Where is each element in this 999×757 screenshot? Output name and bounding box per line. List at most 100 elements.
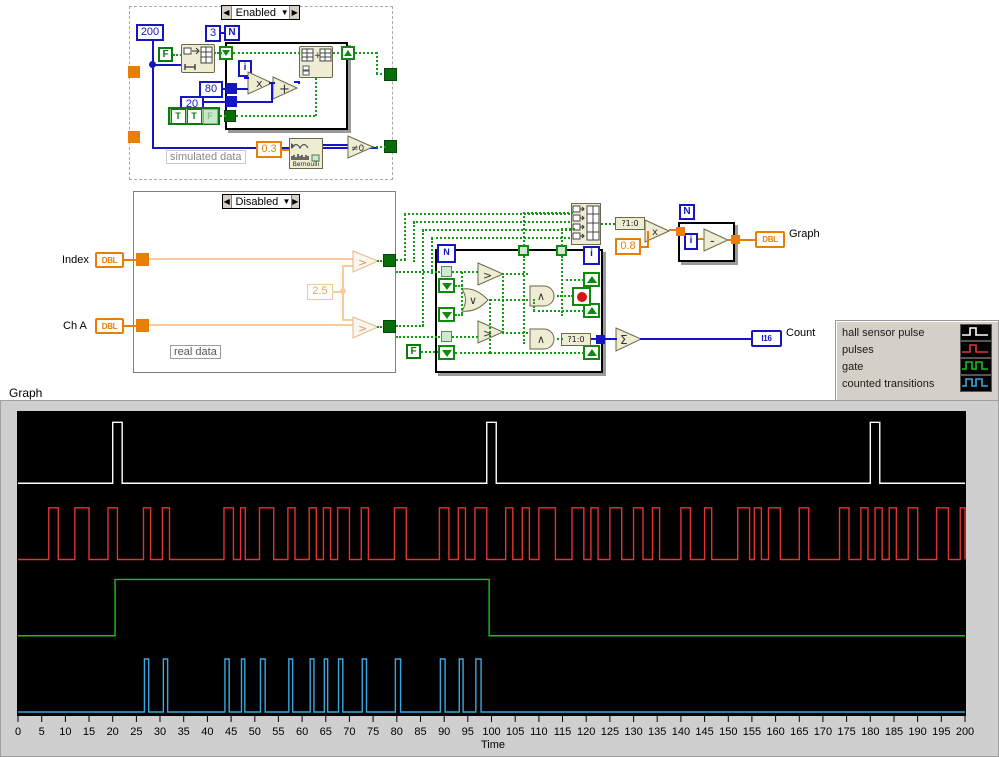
case-selector-disabled[interactable]: ◀ Disabled ▼ ▶ xyxy=(222,194,300,209)
case-prev-icon[interactable]: ◀ xyxy=(222,6,232,19)
case-next-icon[interactable]: ▶ xyxy=(289,6,299,19)
svg-text:>: > xyxy=(483,269,492,282)
constant-0-8[interactable]: 0.8 xyxy=(615,238,641,255)
boolean-array-constant[interactable]: T T F xyxy=(168,107,220,125)
sr-left-4[interactable] xyxy=(441,331,452,342)
and-gate-bottom-node[interactable]: ∧ xyxy=(528,328,558,350)
wire-i-sub xyxy=(698,238,704,240)
greater-than-a-node[interactable]: > xyxy=(477,262,505,286)
bool-to-number-count-node[interactable]: ?1:0 xyxy=(561,333,591,346)
chevron-down-icon-2[interactable]: ▼ xyxy=(282,197,290,206)
loop-count-terminal-N[interactable]: N xyxy=(224,25,240,41)
constant-false-loop[interactable]: F xyxy=(406,344,421,359)
index-terminal[interactable]: DBL xyxy=(95,252,124,268)
stop-indicator[interactable] xyxy=(572,287,591,306)
plot-area[interactable] xyxy=(17,411,966,716)
wire-cl-6 xyxy=(502,273,528,275)
or-gate-node[interactable]: ∨ xyxy=(460,288,490,312)
x-tick-label: 65 xyxy=(319,726,332,738)
counting-loop-N[interactable]: N xyxy=(437,244,456,263)
real-tunnel-cha[interactable] xyxy=(136,319,149,332)
wire-up-4 xyxy=(431,238,433,274)
x-tick-label: 155 xyxy=(742,726,762,738)
x-tick-label: 130 xyxy=(624,726,643,738)
x-tick-label: 150 xyxy=(719,726,738,738)
plot-legend[interactable]: hall sensor pulse pulses gate counted tr… xyxy=(835,320,999,411)
constant-3[interactable]: 3 xyxy=(205,25,221,42)
block-diagram[interactable]: ◀ Enabled ▼ ▶ 200 3 N F i 80 20 x + T T … xyxy=(0,0,999,411)
legend-item[interactable]: gate xyxy=(838,358,996,375)
shift-register-right-top[interactable] xyxy=(341,46,355,60)
graph-loop-N[interactable]: N xyxy=(679,204,695,220)
x-tick-label: 165 xyxy=(790,726,809,738)
wire-08-v xyxy=(647,231,649,247)
constant-false-init[interactable]: F xyxy=(158,47,173,62)
wire-boolarr xyxy=(220,115,226,117)
sr-right-1[interactable] xyxy=(583,272,600,287)
wire-mult-add xyxy=(269,82,275,84)
graph-loop-i[interactable]: i xyxy=(684,233,698,250)
constant-0-3[interactable]: 0.3 xyxy=(256,141,282,158)
bernoulli-noise-node[interactable]: Bernoulli xyxy=(289,138,323,169)
legend-item[interactable]: hall sensor pulse xyxy=(838,324,996,341)
wire-cl-1 xyxy=(452,271,478,273)
frame-tunnel-in-bottom[interactable] xyxy=(128,131,140,143)
trace-3 xyxy=(18,658,965,713)
x-tick-label: 5 xyxy=(38,726,45,738)
wire-25-down xyxy=(342,292,344,321)
initialize-array-node[interactable] xyxy=(181,44,215,73)
svg-text:∧: ∧ xyxy=(537,333,545,346)
bool-to-number-node[interactable]: ?1:0 xyxy=(615,217,645,230)
greater-than-b-node[interactable]: > xyxy=(477,320,505,344)
wire-20 xyxy=(204,101,228,103)
add-node[interactable]: + xyxy=(272,76,298,100)
wire-25-up xyxy=(342,266,344,292)
sr-left-1[interactable] xyxy=(441,266,452,277)
bool-elem-0: T xyxy=(170,108,186,124)
sr-left-2[interactable] xyxy=(438,278,455,293)
legend-item[interactable]: counted transitions xyxy=(838,375,996,392)
wire-cha-pale xyxy=(149,324,355,326)
greater-than-index-node[interactable]: > xyxy=(352,250,380,273)
wire-sr-out xyxy=(355,52,377,54)
subtract-node[interactable]: - xyxy=(703,228,729,252)
case-label: Enabled xyxy=(235,6,276,19)
build-array-4-node[interactable] xyxy=(571,203,601,245)
counting-loop-top-tunnel-2[interactable] xyxy=(556,245,567,256)
graph-indicator-terminal[interactable]: DBL xyxy=(755,231,785,248)
legend-swatch-hall xyxy=(960,324,992,341)
sr-left-5[interactable] xyxy=(438,345,455,360)
wire-to-up1 xyxy=(396,259,406,261)
build-array-node[interactable]: + xyxy=(299,46,333,78)
graph-loop-tunnel-in[interactable] xyxy=(676,227,685,236)
greater-than-cha-node[interactable]: > xyxy=(352,316,380,339)
real-tunnel-index[interactable] xyxy=(136,253,149,266)
case-prev-icon-2[interactable]: ◀ xyxy=(223,195,232,208)
sr-left-3[interactable] xyxy=(438,307,455,322)
wire-graph-out xyxy=(740,239,756,241)
real-tunnel-out-bottom[interactable] xyxy=(383,320,396,333)
waveform-graph[interactable]: 0 5 10 15 20 25 30 35 40 45 50 55 60 65 70 75 80 85 90 95 10… xyxy=(0,400,999,757)
not-equal-zero-node[interactable]: ≠0 xyxy=(347,135,375,159)
case-selector-enabled[interactable]: ◀ Enabled ▼ ▶ xyxy=(221,5,300,20)
counting-loop-i[interactable]: i xyxy=(583,246,600,265)
case-next-icon-2[interactable]: ▶ xyxy=(290,195,299,208)
frame-tunnel-in-top[interactable] xyxy=(128,66,140,78)
counting-loop-top-tunnel-1[interactable] xyxy=(518,245,529,256)
wire-F-loop xyxy=(421,351,439,353)
x-tick-label: 0 xyxy=(14,726,22,738)
sr-right-3[interactable] xyxy=(583,345,600,360)
sum-array-node[interactable]: Σ xyxy=(615,327,643,352)
constant-200[interactable]: 200 xyxy=(136,24,164,41)
chevron-down-icon[interactable]: ▼ xyxy=(280,8,289,17)
legend-item[interactable]: pulses xyxy=(838,341,996,358)
wire-cl-9 xyxy=(557,295,573,297)
count-indicator-terminal[interactable]: I16 xyxy=(751,330,782,347)
wire-ext-1 xyxy=(396,271,440,273)
frame-tunnel-out-top[interactable] xyxy=(384,68,397,81)
x-tick-label: 200 xyxy=(955,726,975,738)
constant-2-5[interactable]: 2.5 xyxy=(307,284,333,300)
real-tunnel-out-top[interactable] xyxy=(383,254,396,267)
cha-terminal[interactable]: DBL xyxy=(95,318,124,334)
x-tick-label: 175 xyxy=(837,726,856,738)
